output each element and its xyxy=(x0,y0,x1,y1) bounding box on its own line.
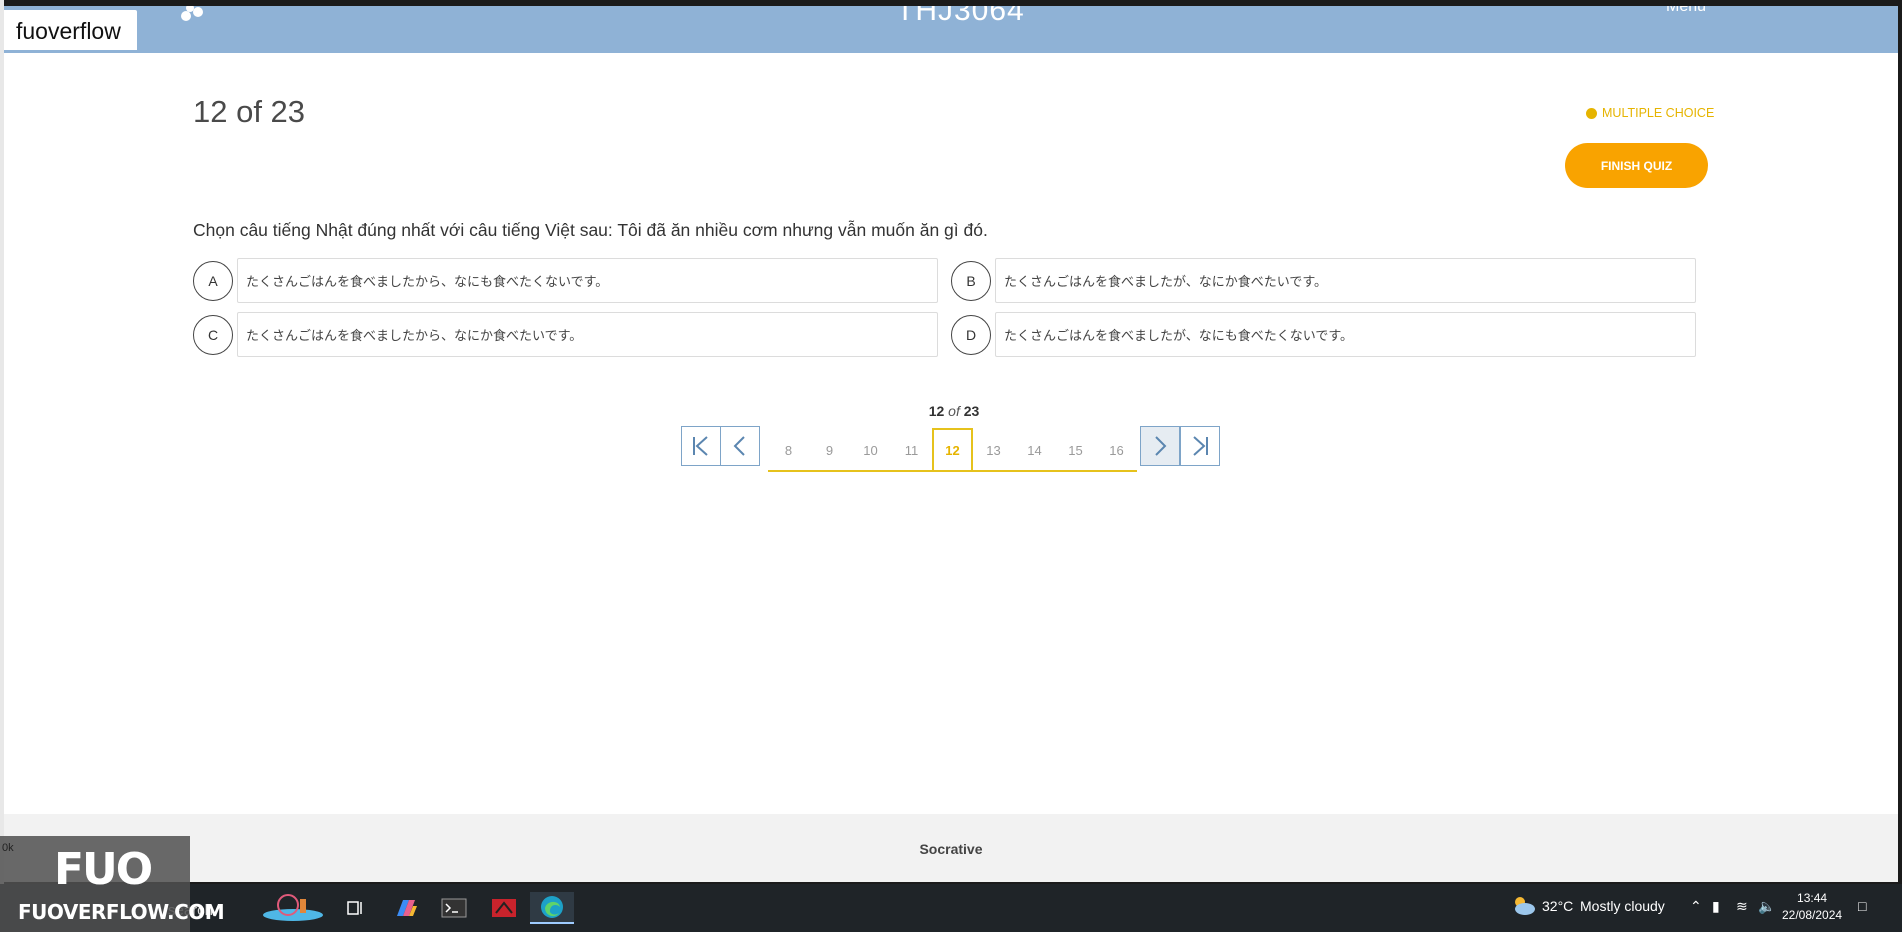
last-page-button[interactable] xyxy=(1180,426,1220,466)
option-letter[interactable]: C xyxy=(193,314,233,355)
weather-icon[interactable] xyxy=(1510,894,1536,919)
option-letter[interactable]: A xyxy=(193,260,233,301)
page-10[interactable]: 10 xyxy=(850,430,891,472)
type-dot-icon xyxy=(1586,107,1597,119)
watermark-url: FUOVERFLOW.COM xyxy=(18,900,225,924)
page-list: 8 9 10 11 12 13 14 15 16 xyxy=(768,428,1137,474)
windows-taskbar: search 32°C Mostly cloudy ⌃ ▮ ≋ 🔈 13:44 … xyxy=(0,884,1902,932)
option-text[interactable]: たくさんごはんを食べましたから、なにか食べたいです。 xyxy=(237,312,938,357)
page-14[interactable]: 14 xyxy=(1014,430,1055,472)
pager-total: 23 xyxy=(963,403,980,419)
question-text: Chọn câu tiếng Nhật đúng nhất với câu ti… xyxy=(193,220,988,240)
page-12-current[interactable]: 12 xyxy=(932,428,973,472)
footer-brand: Socrative xyxy=(919,841,983,857)
chevron-up-icon[interactable]: ⌃ xyxy=(1690,898,1702,915)
watermark-ok: 0k xyxy=(2,842,14,854)
battery-icon[interactable]: ▮ xyxy=(1712,898,1720,915)
page-15[interactable]: 15 xyxy=(1055,430,1096,472)
socrative-logo-icon xyxy=(181,6,203,21)
weather-desc[interactable]: Mostly cloudy xyxy=(1580,898,1665,914)
pager-label: 12 of 23 xyxy=(904,403,1004,419)
room-title: THJ3064 xyxy=(896,6,1025,27)
first-page-icon xyxy=(693,436,708,456)
watermark-logo: FUO xyxy=(54,844,153,895)
page-9[interactable]: 9 xyxy=(809,430,850,472)
fuoverflow-tab: fuoverflow xyxy=(4,10,137,50)
chevron-right-icon xyxy=(1155,436,1167,456)
option-b[interactable]: B たくさんごはんを食べましたが、なにか食べたいです。 xyxy=(951,258,1696,303)
option-letter[interactable]: B xyxy=(951,260,991,301)
option-text[interactable]: たくさんごはんを食べましたが、なにも食べたくないです。 xyxy=(995,312,1696,357)
pager-current: 12 xyxy=(928,403,945,419)
clock-time: 13:44 xyxy=(1797,891,1828,905)
task-view-icon[interactable] xyxy=(340,892,372,924)
app-header: THJ3064 Menu xyxy=(4,6,1898,53)
pager-of: of xyxy=(948,403,960,419)
option-c[interactable]: C たくさんごはんを食べましたから、なにか食べたいです。 xyxy=(193,312,938,357)
clock-date: 22/08/2024 xyxy=(1782,908,1843,922)
previous-page-button[interactable] xyxy=(720,426,760,466)
first-page-button[interactable] xyxy=(681,426,721,466)
browser-page: THJ3064 Menu 12 of 23 MULTIPLE CHOICE FI… xyxy=(4,6,1898,882)
option-text[interactable]: たくさんごはんを食べましたが、なにか食べたいです。 xyxy=(995,258,1696,303)
app-red-icon[interactable] xyxy=(488,892,520,924)
option-text[interactable]: たくさんごはんを食べましたから、なにも食べたくないです。 xyxy=(237,258,938,303)
option-a[interactable]: A たくさんごはんを食べましたから、なにも食べたくないです。 xyxy=(193,258,938,303)
question-type-label: MULTIPLE CHOICE xyxy=(1602,106,1715,120)
page-11[interactable]: 11 xyxy=(891,430,932,472)
option-letter[interactable]: D xyxy=(951,314,991,355)
last-page-icon xyxy=(1193,436,1208,456)
question-type-badge: MULTIPLE CHOICE xyxy=(1586,106,1714,120)
search-highlight-icon[interactable] xyxy=(258,892,328,924)
menu-button[interactable]: Menu xyxy=(1666,6,1706,16)
notification-icon[interactable]: □ xyxy=(1858,898,1866,914)
page-8[interactable]: 8 xyxy=(768,430,809,472)
speaker-muted-icon[interactable]: 🔈 xyxy=(1758,898,1775,915)
page-16[interactable]: 16 xyxy=(1096,430,1137,472)
page-footer: Socrative xyxy=(4,814,1898,882)
page-13[interactable]: 13 xyxy=(973,430,1014,472)
next-page-button[interactable] xyxy=(1140,426,1180,466)
edge-browser-icon[interactable] xyxy=(530,892,574,924)
finish-quiz-button[interactable]: FINISH QUIZ xyxy=(1565,143,1708,188)
fuoverflow-watermark: 0k FUO FUOVERFLOW.COM xyxy=(0,836,225,932)
wifi-icon[interactable]: ≋ xyxy=(1736,898,1748,915)
chevron-left-icon xyxy=(733,436,745,456)
weather-temp[interactable]: 32°C xyxy=(1542,898,1573,914)
terminal-icon[interactable] xyxy=(438,892,470,924)
option-d[interactable]: D たくさんごはんを食べましたが、なにも食べたくないです。 xyxy=(951,312,1696,357)
copilot-icon[interactable] xyxy=(390,892,422,924)
taskbar-clock[interactable]: 13:44 22/08/2024 xyxy=(1782,890,1842,924)
question-counter: 12 of 23 xyxy=(193,94,306,129)
